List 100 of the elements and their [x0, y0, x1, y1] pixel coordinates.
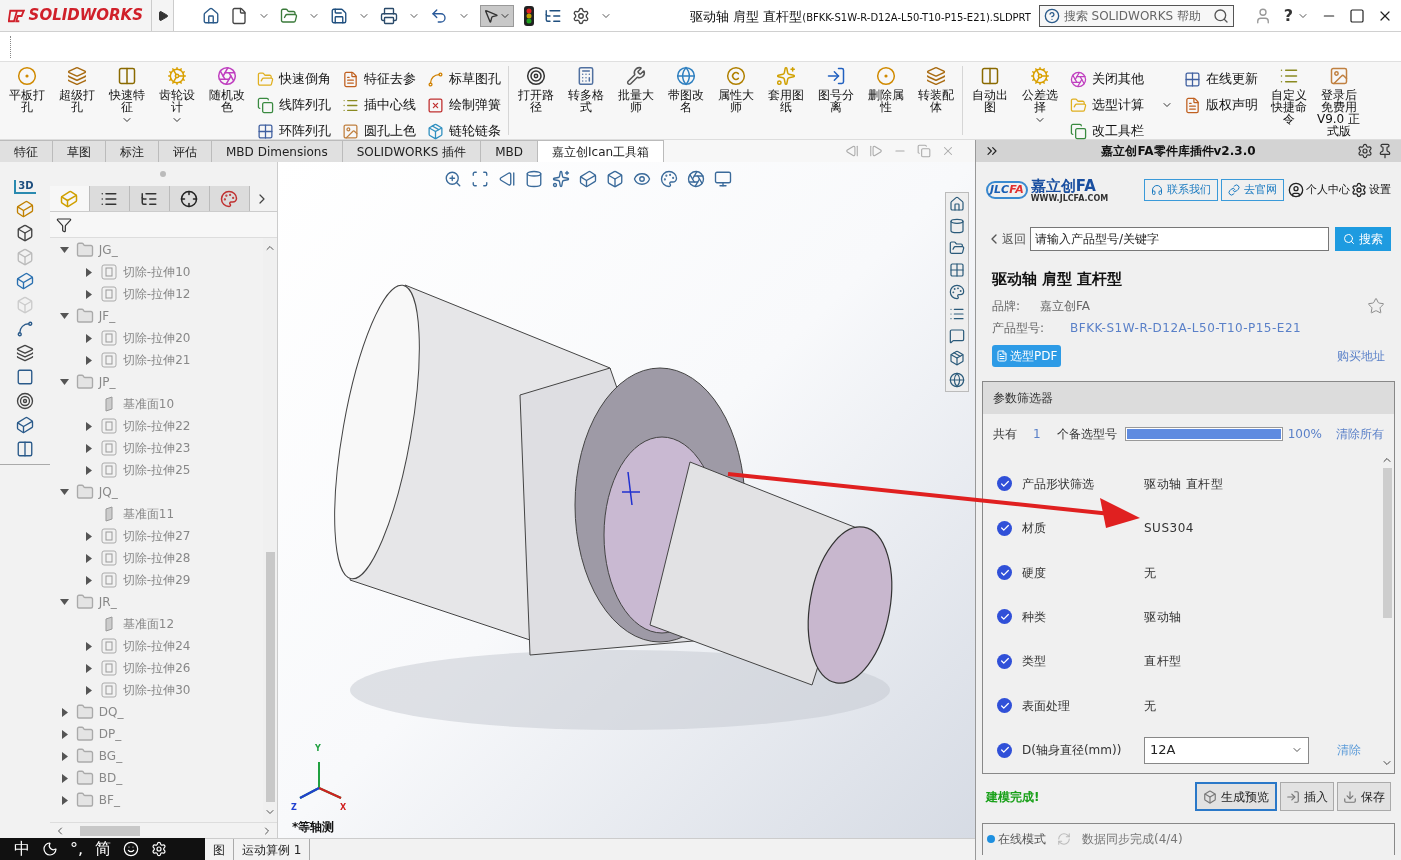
collapsed-caret-icon[interactable] [85, 289, 92, 299]
scrollbar-thumb[interactable] [1382, 467, 1392, 618]
ribbon-button[interactable]: 套用图纸 [762, 66, 809, 113]
collapsed-caret-icon[interactable] [85, 333, 92, 343]
action-button[interactable]: 保存 [1337, 782, 1391, 811]
collapsed-caret-icon[interactable] [85, 421, 92, 431]
collapsed-caret-icon[interactable] [85, 685, 92, 695]
filter-checkbox[interactable] [997, 653, 1012, 669]
contact-button[interactable]: 联系我们 [1144, 179, 1219, 201]
ribbon-button[interactable]: 随机改色 [203, 66, 250, 113]
action-button[interactable]: 插入 [1280, 782, 1334, 811]
ribbon-button[interactable]: 自动出图 [966, 66, 1013, 113]
collapsed-caret-icon[interactable] [61, 751, 68, 761]
collapsed-caret-icon[interactable] [85, 355, 92, 365]
graphics-viewport[interactable]: Y Z X *等轴测 [278, 162, 975, 838]
ribbon-button[interactable]: 版权声明 [1184, 92, 1262, 118]
collapsed-caret-icon[interactable] [85, 531, 92, 541]
filter-checkbox[interactable] [997, 609, 1012, 625]
ribbon-tab[interactable]: SOLIDWORKS 插件 [342, 140, 482, 162]
ime-punctuation[interactable]: °, [70, 837, 84, 860]
ime-mode[interactable]: 中 [14, 837, 30, 860]
previous-view-icon[interactable] [498, 170, 516, 188]
ribbon-button[interactable]: 关闭其他 [1070, 66, 1177, 92]
account-button[interactable]: 个人中心 [1288, 181, 1351, 199]
collapsed-caret-icon[interactable] [61, 729, 68, 739]
collapsed-caret-icon[interactable] [85, 553, 92, 563]
expanded-caret-icon[interactable] [60, 313, 70, 319]
package-icon[interactable] [949, 350, 965, 366]
ribbon-button[interactable]: 超级打孔 [53, 66, 100, 113]
ribbon-button[interactable]: 插中心线 [342, 92, 420, 118]
ribbon-button[interactable]: 齿轮设计 [153, 66, 200, 126]
ribbon-button[interactable]: 删除属性 [862, 66, 909, 113]
panel-tab[interactable] [129, 186, 170, 211]
maximize-icon[interactable] [1349, 7, 1365, 24]
expanded-caret-icon[interactable] [60, 379, 70, 385]
ribbon-button[interactable]: 特征去参 [342, 66, 420, 92]
edit-appearance-icon[interactable] [660, 170, 678, 188]
ribbon-tab[interactable]: 特征 [0, 140, 53, 162]
filter-checkbox[interactable] [997, 565, 1012, 581]
scrollbar-thumb[interactable] [79, 825, 140, 836]
collapsed-caret-icon[interactable] [61, 773, 68, 783]
expanded-caret-icon[interactable] [60, 247, 70, 253]
view-settings-icon[interactable] [714, 170, 732, 188]
ribbon-button[interactable]: 在线更新 [1184, 66, 1262, 92]
ribbon-button[interactable]: 快速特征 [103, 66, 150, 126]
collapsed-caret-icon[interactable] [85, 267, 92, 277]
collapsed-caret-icon[interactable] [85, 575, 92, 585]
grip-icon[interactable] [160, 171, 167, 177]
ribbon-button[interactable]: 自定义快捷命令 [1265, 66, 1312, 125]
clear-all-link[interactable]: 清除所有 [1336, 424, 1384, 443]
forum-icon[interactable] [949, 328, 965, 344]
ribbon-tab[interactable]: MBD Dimensions [212, 140, 343, 162]
ribbon-button[interactable]: 改工具栏 [1070, 118, 1177, 144]
ribbon-button[interactable]: 打开路径 [512, 66, 559, 113]
settings-icon[interactable] [1357, 143, 1373, 159]
ribbon-button[interactable]: 选型计算 [1070, 92, 1177, 118]
settings-icon[interactable] [151, 841, 168, 857]
ribbon-button[interactable]: 转装配体 [912, 66, 959, 113]
grid-icon[interactable] [949, 262, 965, 278]
emoji-icon[interactable] [123, 841, 140, 857]
appearance-icon[interactable] [949, 284, 965, 300]
collapsed-caret-icon[interactable] [85, 641, 92, 651]
collapsed-caret-icon[interactable] [85, 465, 92, 475]
ime-script[interactable]: 简 [95, 837, 112, 860]
moon-icon[interactable] [42, 841, 58, 857]
ribbon-tab[interactable]: 评估 [159, 140, 212, 162]
save-icon[interactable] [330, 6, 348, 25]
filter-icon[interactable] [55, 216, 72, 233]
ribbon-button[interactable]: 转多格式 [562, 66, 609, 113]
ribbon-button[interactable]: 公差选择 [1016, 66, 1063, 126]
ribbon-tab[interactable]: 标注 [106, 140, 159, 162]
website-button[interactable]: 去官网 [1221, 179, 1285, 201]
ribbon-button[interactable]: 批量大师 [612, 66, 659, 113]
collapsed-caret-icon[interactable] [61, 707, 68, 717]
filter-checkbox[interactable] [997, 476, 1012, 492]
print-icon[interactable] [380, 6, 398, 25]
collapsed-caret-icon[interactable] [61, 795, 68, 805]
new-file-icon[interactable] [230, 6, 248, 25]
expanded-caret-icon[interactable] [60, 489, 70, 495]
ribbon-button[interactable]: 平板打孔 [3, 66, 50, 113]
ribbon-button[interactable]: 标草图孔 [427, 66, 505, 92]
filter-dropdown[interactable]: 12A [1144, 736, 1309, 764]
scrollbar-thumb[interactable] [265, 552, 275, 802]
action-button[interactable]: 生成预览 [1195, 782, 1277, 811]
filter-checkbox[interactable] [997, 520, 1012, 536]
collapsed-caret-icon[interactable] [85, 443, 92, 453]
product-search-field[interactable]: 请输入产品型号/关键字 [1030, 227, 1329, 251]
home-icon[interactable] [202, 6, 220, 25]
ribbon-button[interactable]: 图号分离 [812, 66, 859, 113]
ribbon-button[interactable]: 属性大师 [712, 66, 759, 113]
home-icon[interactable] [949, 196, 965, 212]
ribbon-tab[interactable]: 草图 [53, 140, 106, 162]
ribbon-button[interactable]: 绘制弹簧 [427, 92, 505, 118]
help-search-field[interactable]: 搜索 SOLIDWORKS 帮助 [1038, 4, 1234, 27]
3d-badge[interactable]: 3D [14, 180, 36, 194]
panel-tab[interactable] [89, 186, 130, 211]
zoom-fit-icon[interactable] [444, 170, 462, 188]
ribbon-button[interactable]: 线阵列孔 [257, 92, 335, 118]
ribbon-button[interactable]: 登录后免费用 V9.0 正式版 [1315, 66, 1362, 137]
ribbon-button[interactable]: 带图改名 [662, 66, 709, 113]
